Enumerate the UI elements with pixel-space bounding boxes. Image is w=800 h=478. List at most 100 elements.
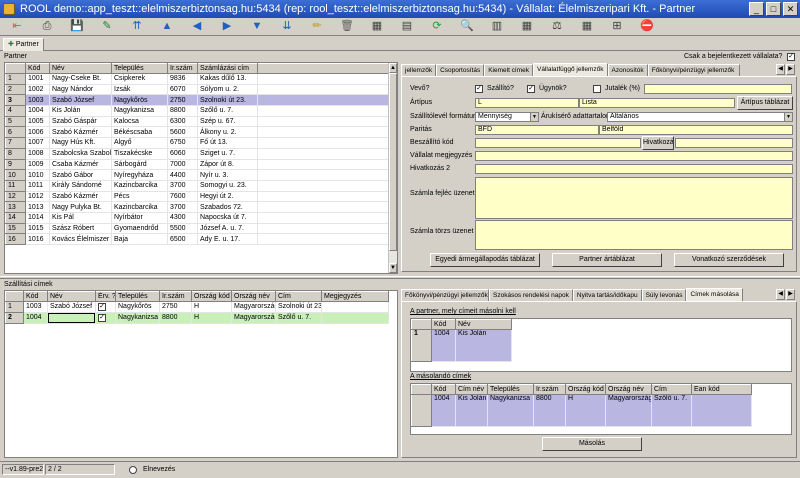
cell-kod[interactable]: 1004	[25, 105, 50, 117]
col-header-cim-nev[interactable]: Cím név	[455, 384, 488, 395]
scroll-thumb[interactable]	[389, 73, 397, 251]
erv-checkbox[interactable]: ✓	[98, 302, 106, 311]
spreadsheet-icon[interactable]: ▦	[572, 18, 602, 35]
table-row[interactable]: 11 1011 Király Sándorné Kazincbarcika 3700 So…	[5, 179, 389, 192]
row-header[interactable]: 8	[5, 147, 26, 160]
cell-telepules[interactable]: Baja	[111, 233, 168, 245]
cell-nev[interactable]: Szabó József	[49, 94, 112, 107]
cell-kod[interactable]: 1001	[25, 73, 50, 85]
cell-szamlazasi-cim[interactable]: Szolnoki út 23.	[197, 94, 258, 107]
table-row[interactable]: 9 1009 Csaba Kázmér Sárbogárd 7000 Zápor út 8…	[5, 158, 389, 171]
cell-telepules[interactable]: Sárbogárd	[111, 159, 168, 171]
cell-telepules[interactable]: Nyíregyháza	[111, 169, 168, 181]
table-row[interactable]: 4 1004 Kis Jolán Nagykanizsa 8800 Szőlő u. 7.	[5, 105, 389, 117]
cell-szamlazasi-cim[interactable]: Kakas dűlő 13.	[197, 73, 258, 85]
cell-szamlazasi-cim[interactable]: Hegyi út 2.	[197, 191, 258, 203]
first-icon[interactable]: ⇈	[122, 18, 152, 35]
partner-artablazat-button[interactable]: Partner ártáblázat	[552, 253, 662, 267]
col-header-telepules[interactable]: Település	[111, 63, 168, 74]
artipus-code-field[interactable]: L	[475, 98, 579, 108]
cell-telepules[interactable]: Kazincbarcika	[111, 180, 168, 192]
cell-szamlazasi-cim[interactable]: Napocska út 7.	[197, 212, 258, 224]
table-row[interactable]: 81008Szabolcska SzabolcsTiszakécske6060S…	[5, 147, 389, 160]
down-icon[interactable]: ▼	[242, 18, 272, 35]
row-header[interactable]: 12	[5, 190, 26, 203]
last-icon[interactable]: ⇊	[272, 18, 302, 35]
table-row[interactable]: 14 1014 Kis Pál Nyírbátor 4300 Napocska út 7.	[5, 211, 389, 224]
scale-icon[interactable]: ⚖	[542, 18, 572, 35]
cell-telepules[interactable]: Nagykanizsa	[115, 312, 160, 324]
row-header[interactable]	[411, 394, 432, 427]
szallitolevel-select[interactable]: Mennyiség ▼	[475, 112, 539, 122]
cell-nev[interactable]: Kis Pál	[49, 212, 112, 224]
table-row[interactable]: 5 1005 Szabó Gáspár Kalocsa 6300 Szép u. 67.	[5, 115, 389, 128]
table-row[interactable]: 1004 Kis Jolán Nagykanizsa 8800 H Magyar…	[411, 394, 752, 427]
row-header[interactable]: 13	[5, 201, 26, 213]
source-partner-grid[interactable]: Kód Név 1 1004 Kis Jolán	[410, 318, 792, 372]
col-header-orszag-kod[interactable]: Ország kód	[191, 291, 232, 302]
erv-checkbox[interactable]: ✓	[98, 313, 106, 322]
arukisero-select[interactable]: Általános ▼	[607, 112, 793, 122]
minimize-button[interactable]: _	[749, 2, 764, 16]
col-header-orszag-nev[interactable]: Ország név	[605, 384, 652, 395]
row-header[interactable]: 16	[5, 233, 26, 245]
cell-szamlazasi-cim[interactable]: Sziget u. 7.	[197, 148, 258, 160]
exit-icon[interactable]: ⛔	[632, 18, 662, 35]
cell-szamlazasi-cim[interactable]: Ady E. u. 17.	[197, 233, 258, 245]
artipus-name-field[interactable]: Lista	[579, 98, 735, 108]
cell-megjegyzes[interactable]	[321, 312, 389, 324]
cell-telepules[interactable]: Nyírbátor	[111, 212, 168, 224]
row-header[interactable]: 11	[5, 179, 26, 192]
masolas-button[interactable]: Másolás	[542, 437, 642, 451]
edit-icon[interactable]: ✎	[92, 18, 122, 35]
cell-telepules[interactable]: Tiszakécske	[111, 148, 168, 160]
cell-irszam[interactable]: 7000	[167, 159, 198, 171]
pencil-icon[interactable]: ✏	[302, 18, 332, 35]
cell-kod[interactable]: 1002	[25, 84, 50, 96]
next-icon[interactable]: ▶	[212, 18, 242, 35]
vevo-checkbox[interactable]: ✓	[475, 85, 483, 93]
search-icon[interactable]: 🔍	[452, 18, 482, 35]
cell-kod[interactable]: 1010	[25, 169, 50, 181]
tab-scroll-left-icon[interactable]: ◀	[776, 64, 785, 75]
col-header-orszag-nev[interactable]: Ország név	[231, 291, 276, 302]
row-header[interactable]: 14	[5, 211, 26, 224]
cell-orszag-nev[interactable]: Magyarország	[231, 312, 276, 324]
cell-szamlazasi-cim[interactable]: Somogyi u. 23.	[197, 180, 258, 192]
col-header-cim[interactable]: Cím	[275, 291, 322, 302]
cell-irszam[interactable]: 9836	[167, 73, 198, 85]
partner-grid-scrollbar[interactable]: ▲ ▼	[388, 63, 397, 273]
col-header-cim[interactable]: Cím	[651, 384, 692, 395]
cell-kod[interactable]: 1004	[23, 312, 48, 324]
cell-nev[interactable]: Szász Róbert	[49, 223, 112, 235]
row-header[interactable]: 1	[5, 301, 24, 313]
cell-kod[interactable]: 1012	[25, 191, 50, 203]
col-header-nev[interactable]: Név	[47, 291, 96, 302]
cell-telepules[interactable]: Nagykőrös	[111, 94, 168, 107]
cell-nev[interactable]: Király Sándorné	[49, 180, 112, 192]
szamla-fejlec-field[interactable]	[475, 177, 793, 219]
hivatkozas-button[interactable]: Hivatkozás	[642, 136, 674, 150]
first-record-icon[interactable]: ⇤	[2, 18, 32, 35]
cell-nev[interactable]: Nagy Hús Kft.	[49, 137, 112, 149]
cell-nev[interactable]: Szabó Gáspár	[49, 116, 112, 128]
cell-kod[interactable]: 1016	[25, 233, 50, 245]
col-header-kod[interactable]: Kód	[25, 63, 50, 74]
cell-irszam[interactable]: 8800	[533, 394, 566, 427]
horizontal-splitter[interactable]	[0, 276, 800, 279]
cell-irszam[interactable]: 6750	[167, 137, 198, 149]
cell-szamlazasi-cim[interactable]: Álkony u. 2.	[197, 126, 258, 139]
vonatkozo-szerzodesek-button[interactable]: Vonatkozó szerződések	[674, 253, 784, 267]
cell-telepules[interactable]: Békéscsaba	[111, 126, 168, 139]
cell-telepules[interactable]: Nagykőrös	[115, 301, 160, 313]
col-header-orszag-kod[interactable]: Ország kód	[565, 384, 606, 395]
cell-irszam[interactable]: 6500	[167, 233, 198, 245]
cell-cim[interactable]: Szőlő u. 7.	[275, 312, 322, 324]
target-addresses-grid[interactable]: Kód Cím név Település Ir.szám Ország kód…	[410, 383, 792, 435]
row-header[interactable]: 5	[5, 115, 26, 128]
cell-cim[interactable]: Szőlő u. 7.	[651, 394, 692, 427]
tab-csoportositas[interactable]: Csoportosítás	[436, 64, 485, 76]
calculator-icon[interactable]: ▦	[512, 18, 542, 35]
szamla-torzs-field[interactable]	[475, 220, 793, 250]
cell-telepules[interactable]: Algyő	[111, 137, 168, 149]
